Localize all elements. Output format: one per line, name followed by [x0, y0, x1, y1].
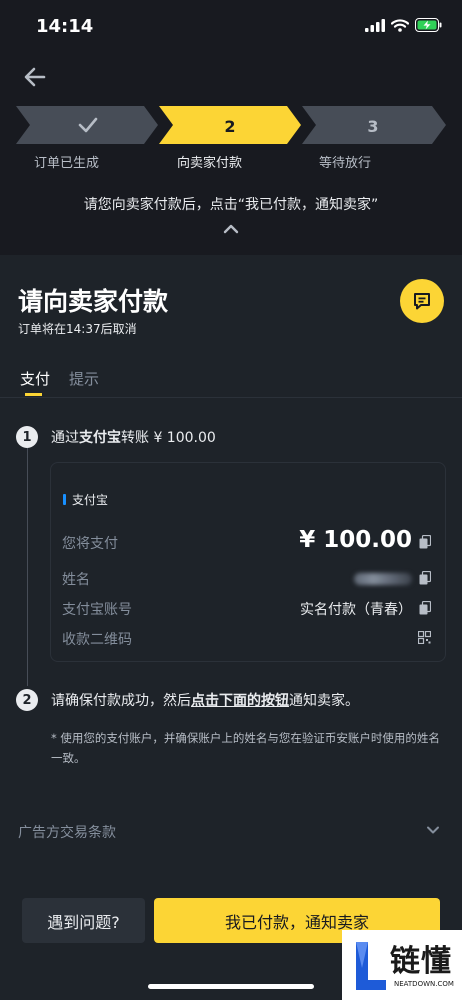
- timeline-line: [27, 448, 28, 686]
- copy-name-icon[interactable]: [419, 571, 431, 585]
- step-1-suffix: 转账 ¥ 100.00: [121, 430, 216, 446]
- wifi-icon: [391, 18, 409, 32]
- name-label: 姓名: [62, 572, 90, 588]
- tab-tips[interactable]: 提示: [69, 368, 99, 389]
- home-indicator: [148, 984, 314, 989]
- watermark-logo-icon: [356, 942, 386, 990]
- step-3-label: 等待放行: [319, 156, 372, 171]
- payment-method-tag: 支付宝: [63, 491, 108, 508]
- chevron-up-icon[interactable]: [222, 222, 240, 236]
- step-1-prefix: 通过: [51, 430, 79, 446]
- watermark-subtext: NEATDOWN.COM: [394, 980, 454, 988]
- step-2-prefix: 请确保付款成功，然后: [51, 693, 191, 709]
- step-number-2: 2: [16, 689, 38, 711]
- step-2-link: 点击下面的按钮: [191, 693, 289, 709]
- step-2-number: 2: [224, 117, 235, 136]
- back-arrow-icon[interactable]: [22, 64, 48, 90]
- copy-amount-icon[interactable]: [419, 535, 431, 549]
- status-time: 14:14: [36, 16, 94, 37]
- account-value: 实名付款（青春）: [300, 602, 412, 618]
- alipay-color-bar: [63, 494, 66, 505]
- status-icons: [365, 18, 442, 32]
- step-2-suffix: 通知卖家。: [289, 693, 359, 709]
- qr-code-label: 收款二维码: [62, 632, 132, 648]
- chevron-down-icon[interactable]: [426, 824, 440, 836]
- blurred-name-value: [354, 573, 412, 585]
- payment-instruction: 请您向卖家付款后，点击“我已付款，通知卖家”: [83, 197, 379, 213]
- page-title: 请向卖家付款: [18, 287, 169, 316]
- name-match-note: * 使用您的支付账户，并确保账户上的姓名与您在验证币安账户时使用的姓名一致。: [51, 731, 440, 765]
- step-number-1: 1: [16, 426, 38, 448]
- step-1-chevron: [16, 106, 158, 144]
- tab-divider: [0, 397, 462, 398]
- chat-button[interactable]: [400, 279, 444, 323]
- step-2-instruction: 请确保付款成功，然后点击下面的按钮通知卖家。: [51, 690, 359, 710]
- payment-method-name: 支付宝: [79, 430, 121, 446]
- payment-method-tag-label: 支付宝: [72, 493, 109, 507]
- payment-details-card: 支付宝 您将支付 ¥ 100.00 姓名 支付宝账号 实名付款（青春） 收款二维…: [50, 462, 446, 662]
- battery-charging-icon: [415, 18, 442, 32]
- step-2-label: 向卖家付款: [177, 156, 243, 171]
- step-1-label: 订单已生成: [34, 156, 100, 171]
- qr-code-icon[interactable]: [418, 631, 431, 644]
- tab-pay[interactable]: 支付: [20, 368, 50, 389]
- signal-icon: [365, 18, 385, 32]
- active-tab-indicator: [25, 393, 42, 396]
- problem-button[interactable]: 遇到问题?: [22, 898, 145, 943]
- chat-icon: [414, 293, 430, 310]
- cancel-countdown: 订单将在14:37后取消: [18, 322, 137, 336]
- step-3-number: 3: [367, 117, 378, 136]
- watermark-text: 链懂: [390, 944, 452, 979]
- advertiser-terms-toggle[interactable]: 广告方交易条款: [18, 822, 116, 842]
- step-progress: 2 3: [16, 106, 446, 144]
- amount-label: 您将支付: [62, 536, 118, 552]
- copy-account-icon[interactable]: [419, 601, 431, 615]
- amount-value: ¥ 100.00: [299, 527, 412, 553]
- watermark: 链懂 NEATDOWN.COM: [342, 930, 462, 1000]
- account-label: 支付宝账号: [62, 602, 132, 618]
- step-1-instruction: 通过支付宝转账 ¥ 100.00: [51, 427, 216, 447]
